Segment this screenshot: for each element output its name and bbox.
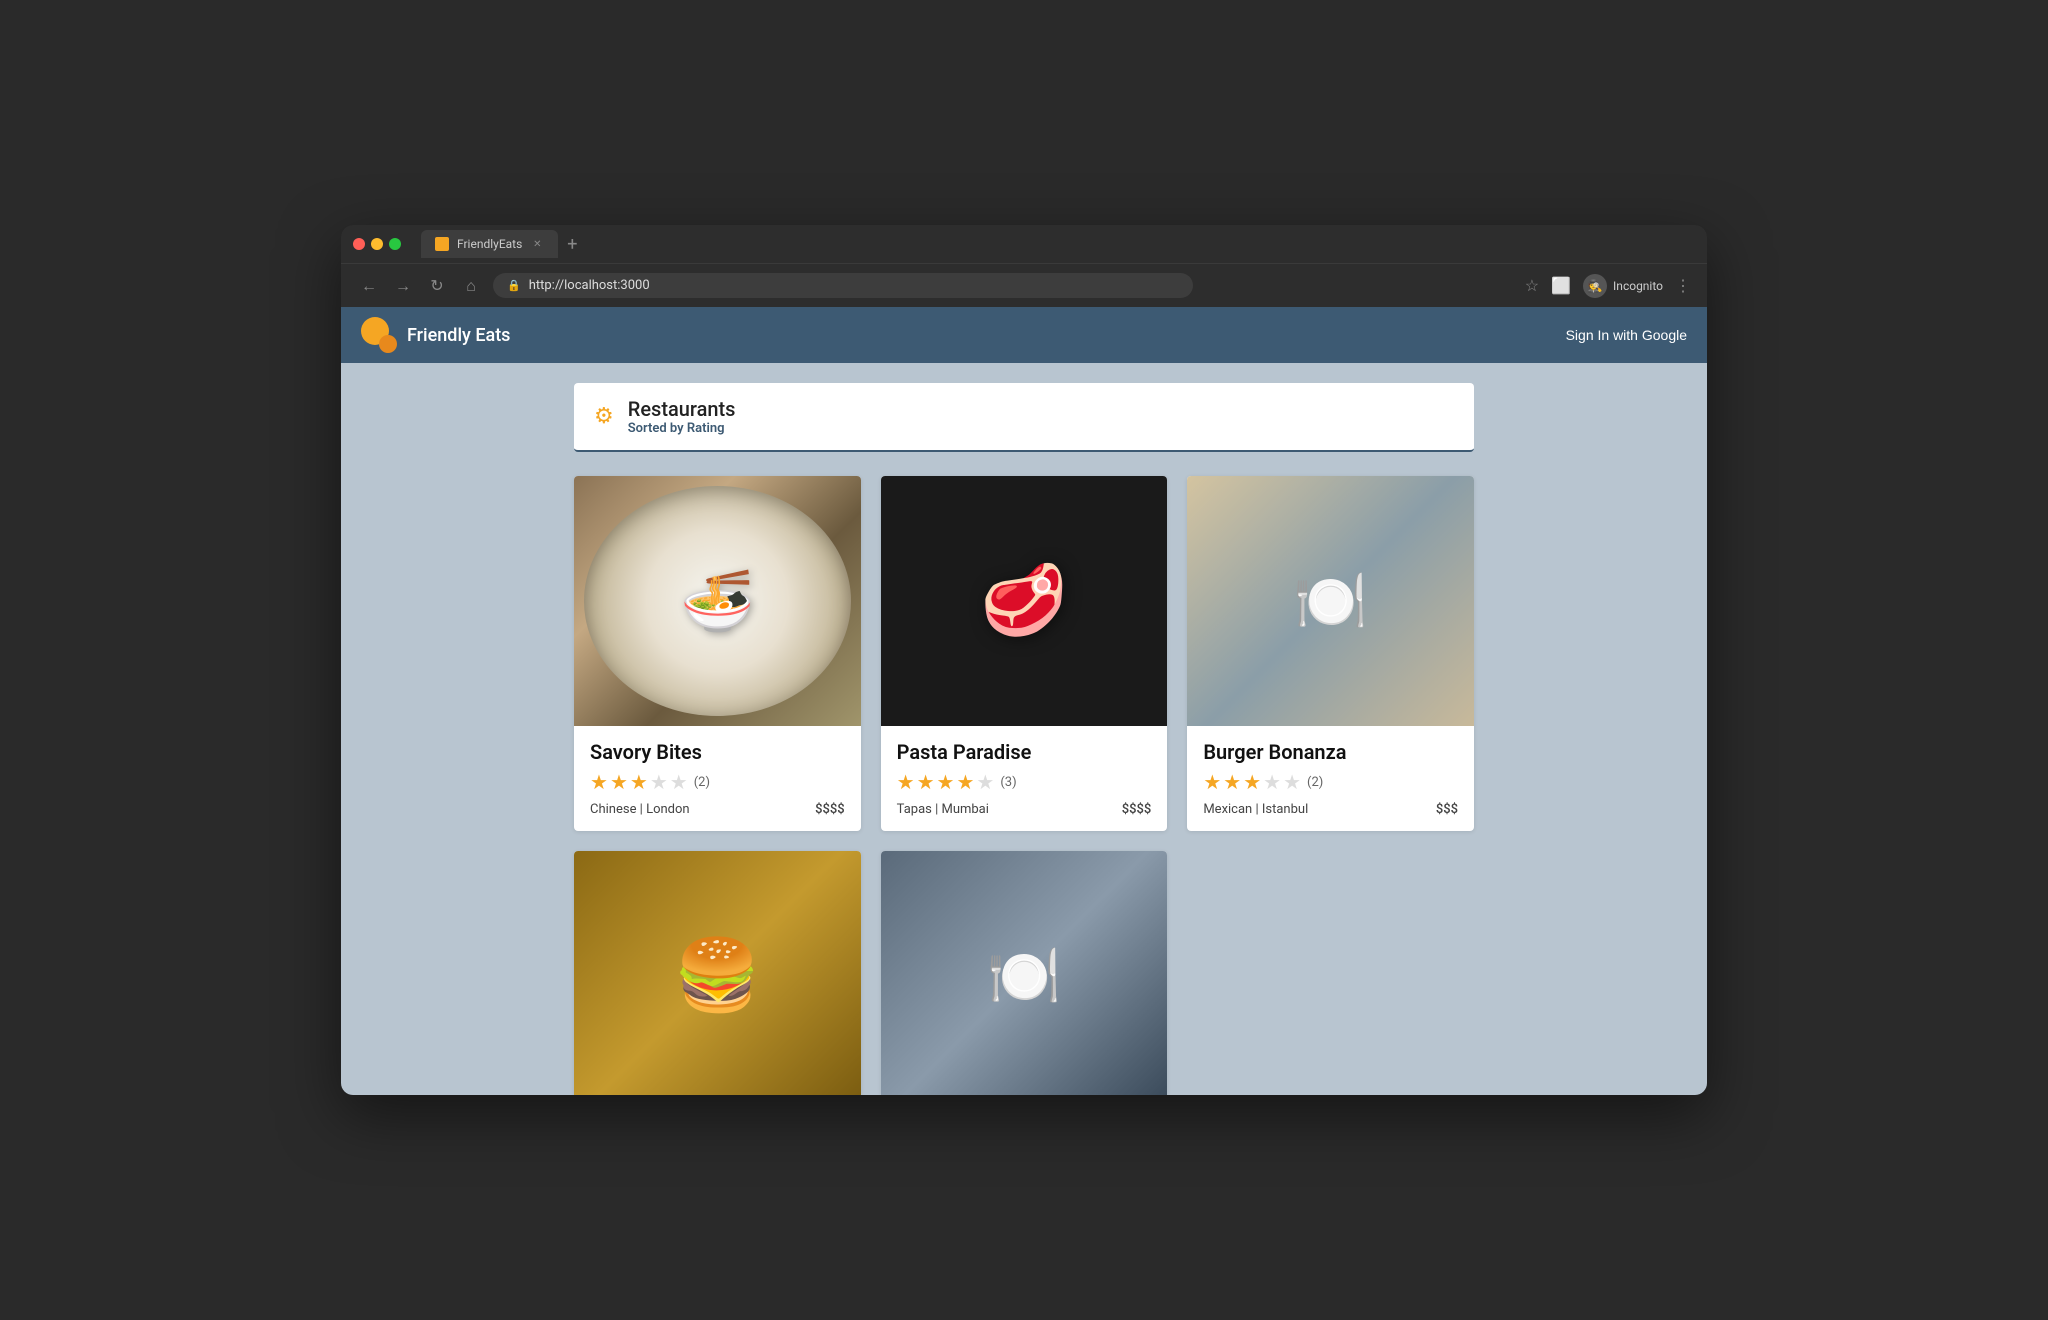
star-4: ★ [650,770,668,794]
sorted-by-label: Sorted by Rating [628,421,736,436]
toolbar-right: ☆ ⬜ 🕵 Incognito ⋮ [1525,274,1691,298]
restaurant-card[interactable]: Fine Dining ★ ★ ★ ★ ★ (1) [881,851,1168,1095]
tab-favicon [435,237,449,251]
restaurants-title: Restaurants [628,397,736,421]
minimize-button[interactable] [371,238,383,250]
sign-in-button[interactable]: Sign In with Google [1566,327,1687,343]
restaurant-card[interactable]: The Burger Place ★ ★ ★ ★ ★ (5) [574,851,861,1095]
card-cuisine: Mexican | Istanbul [1203,802,1308,817]
star-5: ★ [976,770,994,794]
card-name: Burger Bonanza [1203,740,1458,764]
review-count: (2) [1307,775,1323,790]
star-4: ★ [956,770,974,794]
card-price: $$$ [1436,802,1458,817]
restaurants-header: ⚙ Restaurants Sorted by Rating [574,383,1474,452]
star-5: ★ [670,770,688,794]
star-3: ★ [630,770,648,794]
app-title: Friendly Eats [407,325,510,346]
restaurant-image [574,476,861,726]
address-input[interactable]: 🔒 http://localhost:3000 [493,273,1193,298]
logo-icon [361,317,397,353]
restaurant-image [574,851,861,1095]
main-content: ⚙ Restaurants Sorted by Rating Savory Bi… [341,363,1707,1095]
maximize-button[interactable] [389,238,401,250]
star-4: ★ [1263,770,1281,794]
restaurant-card[interactable]: Pasta Paradise ★ ★ ★ ★ ★ (3) Tapas | Mum… [881,476,1168,831]
incognito-badge: 🕵 Incognito [1583,274,1663,298]
star-3: ★ [1243,770,1261,794]
star-1: ★ [1203,770,1221,794]
card-meta: Chinese | London $$$$ [590,802,845,817]
new-tab-button[interactable]: + [558,230,586,258]
app-header: Friendly Eats Sign In with Google [341,307,1707,363]
title-bar: FriendlyEats ✕ + [341,225,1707,263]
card-name: Savory Bites [590,740,845,764]
star-2: ★ [917,770,935,794]
traffic-lights [353,238,401,250]
card-meta: Mexican | Istanbul $$$ [1203,802,1458,817]
restaurants-title-group: Restaurants Sorted by Rating [628,397,736,436]
card-body: Burger Bonanza ★ ★ ★ ★ ★ (2) Mexican | I… [1187,726,1474,831]
browser-menu-icon[interactable]: ⋮ [1675,276,1691,295]
address-bar: ← → ↻ ⌂ 🔒 http://localhost:3000 ☆ ⬜ 🕵 In… [341,263,1707,307]
restaurant-image [1187,476,1474,726]
card-body: Savory Bites ★ ★ ★ ★ ★ (2) Chinese | Lon… [574,726,861,831]
review-count: (3) [1000,775,1016,790]
lock-icon: 🔒 [507,279,521,292]
close-button[interactable] [353,238,365,250]
bookmark-icon[interactable]: ☆ [1525,276,1539,295]
active-tab[interactable]: FriendlyEats ✕ [421,230,558,258]
forward-button[interactable]: → [391,274,415,298]
card-price: $$$$ [815,802,845,817]
home-button[interactable]: ⌂ [459,274,483,298]
split-view-icon[interactable]: ⬜ [1551,276,1571,295]
star-rating: ★ ★ ★ ★ ★ (2) [1203,770,1458,794]
filter-icon[interactable]: ⚙ [594,404,614,429]
star-rating: ★ ★ ★ ★ ★ (2) [590,770,845,794]
star-2: ★ [1223,770,1241,794]
card-body: Pasta Paradise ★ ★ ★ ★ ★ (3) Tapas | Mum… [881,726,1168,831]
tab-close-button[interactable]: ✕ [530,237,544,251]
logo-circle-small [379,335,397,353]
restaurant-grid: Savory Bites ★ ★ ★ ★ ★ (2) Chinese | Lon… [574,476,1474,1095]
app-logo: Friendly Eats [361,317,510,353]
restaurant-card[interactable]: Burger Bonanza ★ ★ ★ ★ ★ (2) Mexican | I… [1187,476,1474,831]
star-1: ★ [590,770,608,794]
browser-window: FriendlyEats ✕ + ← → ↻ ⌂ 🔒 http://localh… [341,225,1707,1095]
restaurant-image [881,476,1168,726]
refresh-button[interactable]: ↻ [425,274,449,298]
app-content: Friendly Eats Sign In with Google ⚙ Rest… [341,307,1707,1095]
star-rating: ★ ★ ★ ★ ★ (3) [897,770,1152,794]
content-wrapper: ⚙ Restaurants Sorted by Rating Savory Bi… [574,383,1474,1075]
restaurant-image [881,851,1168,1095]
tab-bar: FriendlyEats ✕ + [421,230,1695,258]
incognito-avatar: 🕵 [1583,274,1607,298]
card-price: $$$$ [1122,802,1152,817]
card-name: Pasta Paradise [897,740,1152,764]
card-cuisine: Tapas | Mumbai [897,802,989,817]
star-2: ★ [610,770,628,794]
url-text: http://localhost:3000 [529,278,650,293]
review-count: (2) [694,775,710,790]
tab-title: FriendlyEats [457,237,522,251]
incognito-label: Incognito [1613,279,1663,293]
star-3: ★ [937,770,955,794]
card-cuisine: Chinese | London [590,802,690,817]
star-5: ★ [1283,770,1301,794]
star-1: ★ [897,770,915,794]
card-meta: Tapas | Mumbai $$$$ [897,802,1152,817]
back-button[interactable]: ← [357,274,381,298]
restaurant-card[interactable]: Savory Bites ★ ★ ★ ★ ★ (2) Chinese | Lon… [574,476,861,831]
